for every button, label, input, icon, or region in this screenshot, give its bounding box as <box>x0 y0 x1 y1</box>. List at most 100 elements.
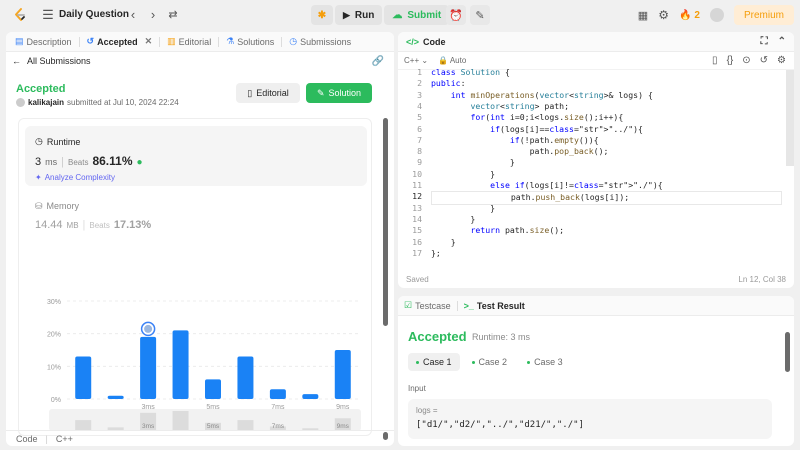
settings-icon[interactable]: ⚙ <box>777 55 786 66</box>
prev-question-icon[interactable]: ‹ <box>126 8 140 22</box>
debug-button[interactable]: ✱ <box>311 5 333 25</box>
collapse-icon[interactable]: ⌃ <box>778 36 786 47</box>
editorial-button[interactable]: ▯ Editorial <box>236 83 300 103</box>
runtime-distribution-chart[interactable]: 30%20%10%0%3ms 5ms 7ms 9ms3ms 5ms 7ms 9ms <box>31 291 371 431</box>
tab-test-result[interactable]: >_ Test Result <box>464 301 525 311</box>
case-tab-3[interactable]: Case 3 <box>519 353 571 371</box>
tab-solutions[interactable]: ⚗ Solutions <box>223 32 277 52</box>
pass-dot-icon <box>471 360 475 364</box>
all-submissions-link[interactable]: ← All Submissions <box>12 56 91 66</box>
runtime-card[interactable]: ◷ Runtime 3 ms | Beats 86.11% ● ✦ Analyz… <box>25 126 367 186</box>
share-link-icon[interactable]: 🔗 <box>372 56 384 67</box>
y-tick-label: 20% <box>47 332 61 339</box>
code-editor[interactable]: 1 class Solution {2 public: 3 int minOperat… <box>398 67 794 268</box>
alarm-clock-icon[interactable]: ⏰ <box>446 5 466 25</box>
shuffle-icon[interactable]: ⇄ <box>166 8 180 22</box>
tab-testcase[interactable]: ☑ Testcase <box>404 300 451 311</box>
lock-mode[interactable]: 🔒 Auto <box>438 56 466 65</box>
code-line[interactable]: 14 } <box>398 214 794 225</box>
distribution-bar[interactable] <box>334 350 351 399</box>
scrollbar-bottom[interactable] <box>383 432 388 440</box>
case-tab-1[interactable]: Case 1 <box>408 353 460 371</box>
submission-panel: ▤ Description ↺ Accepted ✕ ▥ Editorial ⚗… <box>6 32 394 446</box>
tab-accepted[interactable]: ↺ Accepted ✕ <box>84 32 156 52</box>
distribution-bar[interactable] <box>140 336 157 399</box>
run-label: Run <box>354 9 375 21</box>
distribution-bar[interactable] <box>107 395 124 399</box>
user-avatar[interactable] <box>709 8 724 22</box>
code-line[interactable]: 2 public: <box>398 78 794 89</box>
language-select[interactable]: C++ ⌄ <box>404 56 428 65</box>
layout-grid-icon[interactable]: ▦ <box>638 9 648 22</box>
shortcuts-icon[interactable]: ⊙ <box>742 55 750 66</box>
code-line[interactable]: 4 vector<string> path; <box>398 101 794 112</box>
case-tab-2[interactable]: Case 2 <box>464 353 516 371</box>
tab-divider <box>456 300 458 311</box>
line-number: 4 <box>417 100 422 111</box>
code-line[interactable]: 7 if(!path.empty()){ <box>398 135 794 146</box>
leetcode-badge-icon: ● <box>136 157 143 168</box>
line-number: 3 <box>417 89 422 100</box>
line-number: 15 <box>412 225 422 236</box>
reset-icon[interactable]: ↺ <box>760 55 768 66</box>
code-line[interactable]: 17}; <box>398 248 794 259</box>
tab-editorial[interactable]: ▥ Editorial <box>164 32 214 52</box>
code-line[interactable]: 10 } <box>398 169 794 180</box>
username[interactable]: kalikajain <box>28 98 64 107</box>
stat-divider: | <box>61 156 64 168</box>
code-scrollbar[interactable] <box>786 70 794 166</box>
distribution-bar[interactable] <box>75 356 92 399</box>
fullscreen-icon[interactable]: ⛶ <box>761 36 768 47</box>
code-text: return path.size(); <box>470 225 565 236</box>
memory-label[interactable]: ⛁ Memory <box>35 201 79 212</box>
code-line[interactable]: 13 } <box>398 203 794 214</box>
distribution-bar[interactable] <box>172 330 189 399</box>
distribution-bar[interactable] <box>269 389 286 399</box>
next-question-icon[interactable]: › <box>146 8 160 22</box>
code-line[interactable]: 1 class Solution { <box>398 67 794 78</box>
line-number: 1 <box>417 67 422 77</box>
notes-icon[interactable]: ✎ <box>470 5 490 25</box>
tab-description[interactable]: ▤ Description <box>12 32 75 52</box>
document-icon: ▤ <box>15 36 24 46</box>
analyze-complexity-button[interactable]: ✦ Analyze Complexity <box>35 173 115 182</box>
bookmark-icon[interactable]: ▯ <box>712 55 718 66</box>
tab-divider <box>78 36 80 47</box>
leetcode-logo-icon[interactable] <box>12 7 28 23</box>
editor-tools: ▯ {} ⊙ ↺ ⚙ <box>712 55 786 66</box>
problem-list-icon[interactable]: ☰ <box>41 8 55 22</box>
panel-scrollbar[interactable] <box>383 118 388 326</box>
distribution-bar[interactable] <box>237 356 254 399</box>
format-braces-icon[interactable]: {} <box>727 55 734 66</box>
test-scrollbar[interactable] <box>785 332 790 372</box>
premium-button[interactable]: Premium <box>733 5 794 25</box>
y-tick-label: 10% <box>47 364 61 371</box>
flask-icon: ⚗ <box>226 36 235 46</box>
distribution-bar[interactable] <box>302 394 319 399</box>
input-var-value[interactable]: ["d1/","d2/","../","d21/","./"] <box>416 420 584 430</box>
code-brackets-icon: </> <box>406 36 420 47</box>
run-button[interactable]: ▶ Run <box>335 5 383 25</box>
settings-gear-icon[interactable]: ⚙ <box>658 8 669 22</box>
close-tab-icon[interactable]: ✕ <box>145 36 153 47</box>
code-line[interactable]: 12 path.push_back(logs[i]); <box>398 191 794 205</box>
distribution-bar[interactable] <box>205 379 221 399</box>
code-footer: Code | C++ <box>6 430 394 446</box>
line-number: 11 <box>412 180 422 190</box>
code-line[interactable]: 11 else if(logs[i]!=class="str">"./"){ <box>398 180 794 191</box>
page-title[interactable]: Daily Question <box>59 9 129 20</box>
code-line[interactable]: 15 return path.size(); <box>398 225 794 236</box>
code-line[interactable]: 9 } <box>398 157 794 168</box>
code-line[interactable]: 6 if(logs[i]==class="str">"../"){ <box>398 124 794 135</box>
code-text: public: <box>431 78 466 89</box>
code-line[interactable]: 16 } <box>398 237 794 248</box>
tab-submissions[interactable]: ◷ Submissions <box>286 32 354 52</box>
test-result-panel: ☑ Testcase >_ Test Result Accepted Runti… <box>398 296 794 446</box>
solution-button[interactable]: ✎ Solution <box>306 83 372 103</box>
code-line[interactable]: 5 for(int i=0;i<logs.size();i++){ <box>398 112 794 123</box>
code-line[interactable]: 8 path.pop_back(); <box>398 146 794 157</box>
code-line[interactable]: 3 int minOperations(vector<string>& logs… <box>398 90 794 101</box>
streak-counter[interactable]: 🔥 2 <box>679 10 700 21</box>
submit-button[interactable]: ☁ Submit <box>384 5 450 25</box>
submission-meta: kalikajain submitted at Jul 10, 2024 22:… <box>16 98 179 107</box>
